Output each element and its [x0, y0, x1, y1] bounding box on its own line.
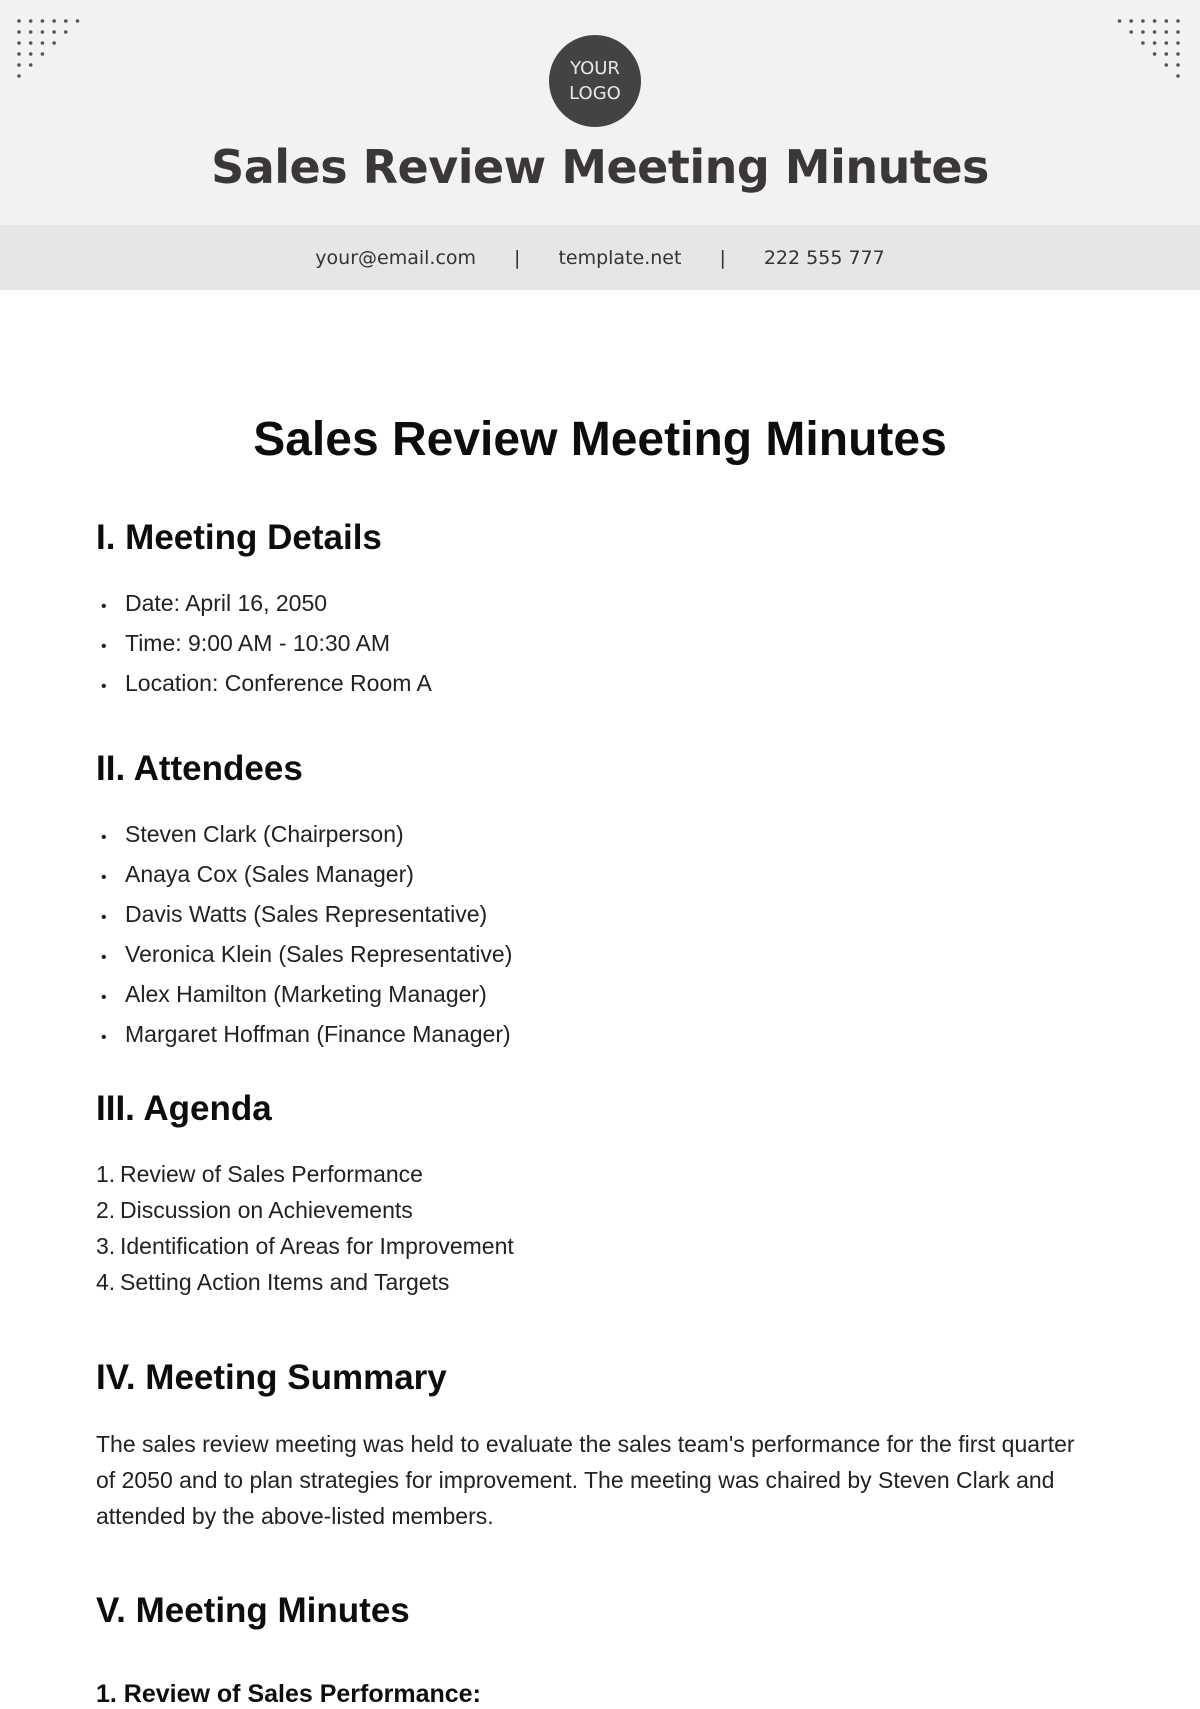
list-item: • Davis Watts (Sales Representative) [101, 901, 488, 927]
decorative-dot [1141, 41, 1145, 45]
meeting-details-list: • Date: April 16, 2050 • Time: 9:00 AM - 1… [96, 585, 432, 705]
decorative-dot [17, 52, 21, 56]
decorative-dot [40, 52, 45, 56]
decorative-dot [1141, 30, 1145, 34]
list-item: • Alex Hamilton (Marketing Manager) [101, 981, 487, 1007]
decorative-dot [1164, 52, 1169, 56]
list-item: 1. Review of Sales Performance [96, 1161, 423, 1187]
company-logo: YOUR LOGO [549, 35, 641, 127]
decorative-dot [1176, 74, 1180, 78]
decorative-dot [28, 52, 33, 56]
list-item: 3. Identification of Areas for Improvemen… [96, 1233, 514, 1259]
decorative-dot [1117, 19, 1122, 23]
contact-strip: your@email.com | template.net | 222 555 … [0, 225, 1200, 290]
list-item: • Margaret Hoffman (Finance Manager) [101, 1021, 511, 1047]
attendees-list: • Steven Clark (Chairperson) • Anaya Cox (… [96, 816, 512, 1056]
decorative-dot [1129, 30, 1133, 34]
logo-text-line1: YOUR [570, 58, 620, 79]
contact-email: your@email.com [315, 246, 477, 269]
decorative-dots-icon [1116, 17, 1186, 79]
decorative-dot [52, 41, 56, 45]
decorative-dot [1164, 19, 1169, 23]
decorative-dot [64, 19, 68, 23]
decorative-dots-icon [14, 17, 84, 79]
decorative-dot [1164, 63, 1169, 67]
decorative-dot [1176, 63, 1180, 67]
decorative-dot [1176, 41, 1180, 45]
decorative-dot [64, 30, 68, 34]
logo-text-line2: LOGO [569, 83, 621, 104]
list-item: • Location: Conference Room A [101, 670, 432, 696]
decorative-dot [28, 19, 33, 23]
list-item: • Time: 9:00 AM - 10:30 AM [101, 630, 391, 656]
header-title: Sales Review Meeting Minutes [211, 140, 989, 194]
section-heading-agenda: III. Agenda [96, 1089, 272, 1128]
contact-separator: | [719, 246, 726, 269]
decorative-dot [1176, 30, 1180, 34]
list-item: • Steven Clark (Chairperson) [101, 821, 404, 847]
decorative-dot [17, 41, 21, 45]
decorative-dot [1129, 19, 1133, 23]
section-heading-meeting-details: I. Meeting Details [96, 518, 382, 557]
summary-paragraph: The sales review meeting was held to eva… [96, 1431, 1075, 1529]
decorative-dot [40, 30, 45, 34]
list-item: • Veronica Klein (Sales Representative) [101, 941, 513, 967]
document-title: Sales Review Meeting Minutes [253, 413, 947, 466]
minutes-subheading: 1. Review of Sales Performance: [96, 1680, 481, 1708]
section-heading-summary: IV. Meeting Summary [96, 1358, 447, 1397]
list-item: • Date: April 16, 2050 [101, 590, 328, 616]
list-item: 4. Setting Action Items and Targets [96, 1269, 450, 1295]
decorative-dot [52, 30, 56, 34]
decorative-dot [17, 74, 21, 78]
decorative-dot [1152, 52, 1157, 56]
decorative-dot [28, 41, 33, 45]
decorative-dot [1176, 19, 1180, 23]
decorative-dot [75, 19, 80, 23]
contact-separator: | [514, 246, 521, 269]
decorative-dot [17, 63, 21, 67]
decorative-dot [1141, 19, 1145, 23]
contact-phone: 222 555 777 [763, 246, 885, 269]
section-heading-attendees: II. Attendees [96, 749, 303, 788]
document-header: YOUR LOGO Sales Review Meeting Minutes [0, 0, 1200, 225]
decorative-dot [17, 19, 21, 23]
decorative-dot [40, 19, 45, 23]
decorative-dot [17, 30, 21, 34]
decorative-dot [1176, 52, 1180, 56]
decorative-dot [28, 63, 33, 67]
list-item: 2. Discussion on Achievements [96, 1197, 413, 1223]
decorative-dot [1152, 19, 1157, 23]
decorative-dot [1152, 41, 1157, 45]
decorative-dot [52, 19, 56, 23]
decorative-dot [1164, 30, 1169, 34]
agenda-list: 1. Review of Sales Performance 2. Discussi… [96, 1156, 514, 1300]
decorative-dot [1152, 30, 1157, 34]
list-item: • Anaya Cox (Sales Manager) [101, 861, 414, 887]
section-heading-minutes: V. Meeting Minutes [96, 1591, 410, 1630]
contact-website: template.net [558, 246, 682, 269]
decorative-dot [40, 41, 45, 45]
decorative-dot [1164, 41, 1169, 45]
decorative-dot [28, 30, 33, 34]
